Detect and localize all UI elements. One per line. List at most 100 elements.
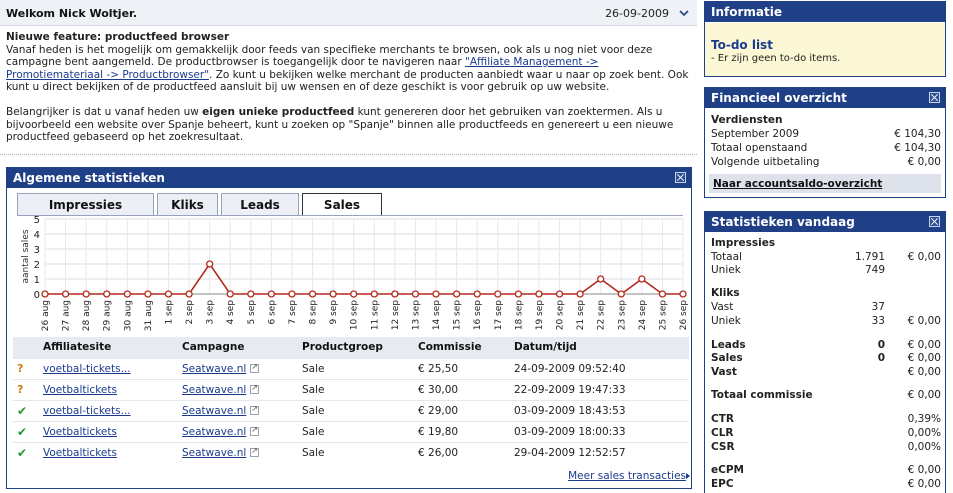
x-tick-label: 31 aug bbox=[144, 300, 154, 331]
pending-icon: ? bbox=[17, 383, 24, 396]
data-point bbox=[535, 290, 543, 298]
x-tick-label: 26 sep bbox=[679, 300, 689, 331]
affiliate-site-link[interactable]: voetbal-tickets... bbox=[43, 405, 131, 417]
column-header-productgroep: Productgroep bbox=[296, 337, 412, 358]
earnings-heading: Verdiensten bbox=[711, 114, 783, 126]
data-point bbox=[411, 290, 420, 298]
group-cell: Sale bbox=[296, 378, 412, 400]
external-link-icon[interactable] bbox=[250, 383, 260, 394]
data-point bbox=[308, 290, 317, 298]
campaign-link[interactable]: Seatwave.nl bbox=[182, 405, 246, 417]
affiliate-site-link[interactable]: Voetbaltickets bbox=[43, 426, 117, 438]
chevron-down-icon[interactable] bbox=[677, 6, 691, 20]
stat-count: 0 bbox=[877, 339, 885, 351]
x-tick-label: 14 sep bbox=[432, 300, 442, 331]
datetime-cell: 03-09-2009 18:00:33 bbox=[508, 420, 689, 442]
commission-cell: € 30,00 bbox=[412, 378, 508, 400]
stat-value: € 0,00 bbox=[907, 352, 941, 364]
tab-kliks[interactable]: Kliks bbox=[157, 193, 218, 215]
y-axis-label: aantal sales bbox=[21, 229, 31, 283]
data-point bbox=[391, 290, 399, 298]
tab-sales[interactable]: Sales bbox=[302, 193, 382, 216]
x-tick-label: 16 sep bbox=[473, 300, 483, 331]
stat-label: Uniek bbox=[711, 264, 741, 276]
tab-leads[interactable]: Leads bbox=[221, 193, 299, 215]
finance-link-row: Naar accountsaldo-overzicht bbox=[709, 174, 941, 193]
data-point bbox=[205, 260, 214, 268]
news-text: Belangrijker is dat u vanaf heden uw bbox=[6, 106, 203, 118]
x-tick-label: 20 sep bbox=[556, 300, 566, 331]
table-row: ✔ voetbal-tickets... Seatwave.nl Sale€ 29,0… bbox=[13, 399, 689, 421]
stat-label: EPC bbox=[711, 478, 734, 490]
external-link-icon[interactable] bbox=[250, 404, 260, 415]
data-point bbox=[247, 290, 255, 298]
close-icon[interactable] bbox=[929, 216, 940, 227]
external-link-icon[interactable] bbox=[250, 362, 260, 373]
stat-row: Vast € 0,00 bbox=[711, 366, 941, 379]
x-tick-label: 4 sep bbox=[226, 300, 236, 325]
x-tick-label: 24 sep bbox=[638, 300, 648, 331]
table-row: ✔ Voetbaltickets Seatwave.nl Sale€ 19,8003-… bbox=[13, 420, 689, 442]
account-balance-link[interactable]: Naar accountsaldo-overzicht bbox=[713, 178, 882, 190]
affiliate-site-link[interactable]: Voetbaltickets bbox=[43, 447, 117, 459]
finance-panel-title: Financieel overzicht bbox=[711, 91, 847, 105]
campaign-link[interactable]: Seatwave.nl bbox=[182, 384, 246, 396]
x-tick-label: 18 sep bbox=[514, 300, 524, 331]
status-cell: ? bbox=[13, 378, 37, 400]
close-icon[interactable] bbox=[929, 92, 940, 103]
site-cell: voetbal-tickets... bbox=[37, 399, 176, 421]
stat-row: Totaal 1.791 € 0,00 bbox=[711, 251, 941, 264]
stat-value: € 0,00 bbox=[907, 315, 941, 327]
external-link-icon[interactable] bbox=[250, 425, 260, 436]
stats-panel-title: Algemene statistieken bbox=[13, 171, 165, 185]
datetime-cell: 22-09-2009 19:47:33 bbox=[508, 378, 689, 400]
affiliate-site-link[interactable]: voetbal-tickets... bbox=[43, 363, 131, 375]
data-point bbox=[658, 290, 667, 298]
stat-label: Totaal bbox=[711, 251, 742, 263]
external-link-icon[interactable] bbox=[250, 446, 260, 457]
stat-count: 33 bbox=[871, 315, 885, 327]
campaign-link[interactable]: Seatwave.nl bbox=[182, 363, 246, 375]
stat-row: Leads 0 € 0,00 bbox=[711, 339, 941, 352]
y-tick-label: 5 bbox=[34, 216, 40, 226]
stat-count: 749 bbox=[864, 264, 885, 276]
more-sales-link[interactable]: Meer sales transacties bbox=[568, 470, 686, 482]
x-tick-label: 19 sep bbox=[535, 300, 545, 331]
data-point bbox=[452, 290, 461, 298]
divider bbox=[0, 154, 697, 155]
data-point bbox=[267, 290, 276, 298]
stat-value: 0,39% bbox=[907, 413, 941, 425]
x-tick-label: 5 sep bbox=[247, 300, 257, 325]
tab-impressies[interactable]: Impressies bbox=[17, 193, 154, 215]
stat-value: € 0,00 bbox=[907, 464, 941, 476]
stat-label: Totaal commissie bbox=[711, 389, 813, 401]
status-cell: ✔ bbox=[13, 441, 37, 463]
data-point bbox=[555, 290, 564, 298]
group-cell: Sale bbox=[296, 357, 412, 379]
info-panel-title: Informatie bbox=[711, 5, 782, 19]
campaign-cell: Seatwave.nl bbox=[176, 378, 296, 400]
main-content: Welkom Nick Woltjer. 26-09-2009 Nieuwe f… bbox=[0, 0, 697, 493]
commission-cell: € 19,80 bbox=[412, 420, 508, 442]
campaign-cell: Seatwave.nl bbox=[176, 399, 296, 421]
commission-cell: € 26,00 bbox=[412, 441, 508, 463]
todo-title: To-do list bbox=[711, 38, 773, 52]
data-point bbox=[370, 290, 378, 298]
data-point bbox=[350, 290, 358, 298]
stat-label: eCPM bbox=[711, 464, 744, 476]
close-icon[interactable] bbox=[675, 172, 686, 183]
affiliate-site-link[interactable]: Voetbaltickets bbox=[43, 384, 117, 396]
x-tick-label: 2 sep bbox=[185, 300, 195, 325]
x-tick-label: 10 sep bbox=[350, 300, 360, 331]
info-panel: Informatie To-do list - Er zijn geen to-… bbox=[704, 1, 946, 77]
campaign-link[interactable]: Seatwave.nl bbox=[182, 447, 246, 459]
x-tick-label: 11 sep bbox=[370, 300, 380, 331]
stat-row: Totaal commissie € 0,00 bbox=[711, 389, 941, 402]
status-cell: ✔ bbox=[13, 420, 37, 442]
group-cell: Sale bbox=[296, 399, 412, 421]
datetime-cell: 24-09-2009 09:52:40 bbox=[508, 357, 689, 379]
campaign-link[interactable]: Seatwave.nl bbox=[182, 426, 246, 438]
data-point bbox=[494, 290, 502, 298]
data-point bbox=[576, 290, 584, 298]
check-icon: ✔ bbox=[17, 424, 28, 439]
